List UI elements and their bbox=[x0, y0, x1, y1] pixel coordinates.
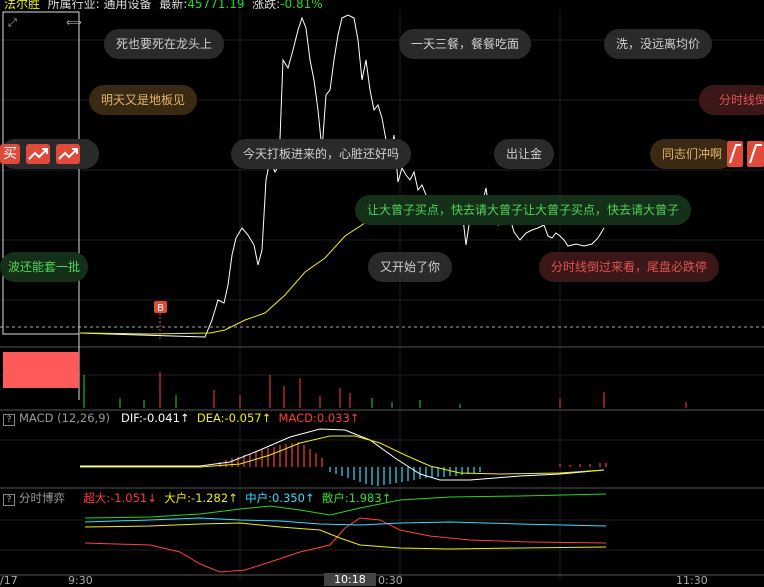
danmu-bubble[interactable]: 出让金 bbox=[494, 139, 555, 169]
macd-value: MACD:0.033↑ bbox=[278, 411, 360, 425]
big-holder-line bbox=[84, 522, 607, 550]
fenshi-header: ? 分时博弈 超大:-1.051↓ 大户:-1.282↑ 中户:0.350↑ 散户… bbox=[3, 492, 391, 506]
macd-dea-value: DEA:-0.057↑ bbox=[196, 411, 272, 425]
trend-up-icon[interactable] bbox=[56, 144, 80, 164]
fenshi-title[interactable]: 分时博弈 bbox=[19, 491, 65, 505]
price-line bbox=[79, 14, 605, 338]
buy-badge[interactable]: 买 bbox=[0, 144, 20, 164]
danmu-bubble[interactable]: 一天三餐，餐餐吃面 bbox=[399, 29, 532, 59]
danmu-bubble[interactable]: 洗，没远离均价 bbox=[604, 29, 713, 59]
danmu-bubble[interactable]: 又开始了你 bbox=[368, 252, 453, 282]
limit-up-icon[interactable] bbox=[727, 141, 764, 167]
retail-value: 散户:1.983↑ bbox=[321, 491, 392, 505]
danmu-bubble[interactable]: 死也要死在龙头上 bbox=[104, 29, 225, 59]
super-large-line bbox=[84, 517, 607, 573]
macd-histogram bbox=[219, 442, 607, 486]
danmu-bubble[interactable]: 分时线倒过来看，尾盘必跌停 bbox=[539, 252, 720, 282]
crosshair-time-label: 10:18 bbox=[324, 573, 376, 586]
time-label: 0:30 bbox=[378, 574, 403, 587]
mid-holder-line bbox=[84, 517, 607, 527]
panel-separators bbox=[0, 346, 764, 576]
danmu-bubble[interactable]: 同志们冲啊 bbox=[650, 139, 735, 169]
danmu-bubble[interactable]: 让大曾子买点，快去请大曾子让大曾子买点，快去请大曾子 bbox=[355, 195, 692, 225]
buy-marker-label: B bbox=[157, 303, 164, 314]
help-icon[interactable]: ? bbox=[3, 414, 15, 426]
danmu-bubble[interactable]: 分时线倒 bbox=[699, 85, 764, 115]
time-label: 11:30 bbox=[676, 574, 708, 587]
danmu-bubble[interactable]: 波还能套一批 bbox=[0, 252, 88, 282]
danmu-bubble[interactable]: 今天打板进来的，心脏还好吗 bbox=[231, 139, 412, 169]
avg-price-line bbox=[79, 213, 604, 335]
trend-up-icon[interactable] bbox=[26, 144, 50, 164]
selection-frame[interactable] bbox=[2, 11, 80, 335]
super-large-value: 超大:-1.051↓ bbox=[83, 491, 157, 505]
help-icon[interactable]: ? bbox=[3, 494, 15, 506]
time-label: /17 bbox=[0, 574, 18, 587]
expand-icon[interactable]: ⤢ bbox=[8, 16, 17, 29]
danmu-bubble[interactable]: 明天又是地板见 bbox=[89, 85, 198, 115]
mid-holder-value: 中户:0.350↑ bbox=[245, 491, 315, 505]
big-holder-value: 大户:-1.282↑ bbox=[164, 491, 238, 505]
macd-header: ? MACD (12,26,9) DIF:-0.041↑ DEA:-0.057↑ … bbox=[3, 412, 359, 426]
macd-dif-value: DIF:-0.041↑ bbox=[120, 411, 190, 425]
macd-title[interactable]: MACD (12,26,9) bbox=[19, 411, 110, 425]
drag-arrows-icon[interactable]: ⟺ bbox=[66, 16, 82, 29]
time-label: 9:30 bbox=[68, 574, 93, 587]
volume-bars bbox=[3, 352, 687, 408]
